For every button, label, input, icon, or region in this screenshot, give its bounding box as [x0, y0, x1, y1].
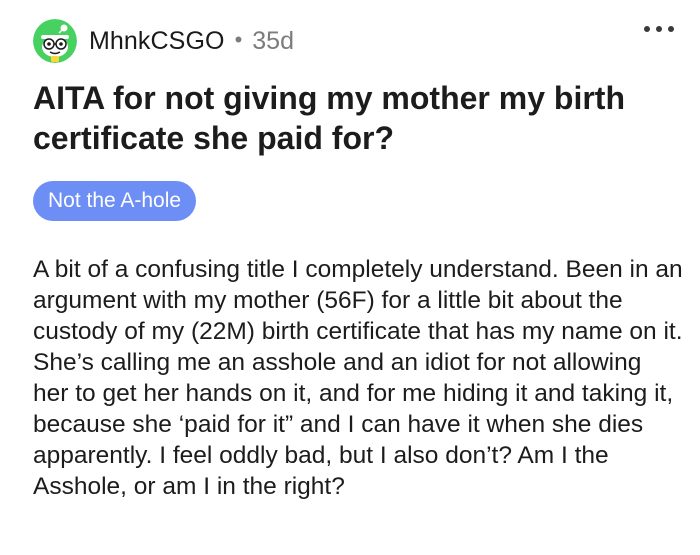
post-container: MhnkCSGO • 35d AITA for not giving my mo… [0, 0, 700, 555]
username-link[interactable]: MhnkCSGO [89, 27, 225, 56]
more-dot [656, 26, 662, 32]
post-flair-badge[interactable]: Not the A-hole [33, 181, 197, 221]
post-title[interactable]: AITA for not giving my mother my birth c… [33, 78, 673, 158]
more-dot [668, 26, 674, 32]
more-options-icon[interactable] [644, 21, 674, 37]
meta-separator: • [234, 27, 243, 52]
more-dot [644, 26, 650, 32]
post-header: MhnkCSGO • 35d [33, 19, 294, 63]
post-body: A bit of a confusing title I completely … [33, 256, 683, 500]
snoo-avatar-icon[interactable] [33, 19, 77, 63]
post-age: 35d [252, 26, 294, 55]
